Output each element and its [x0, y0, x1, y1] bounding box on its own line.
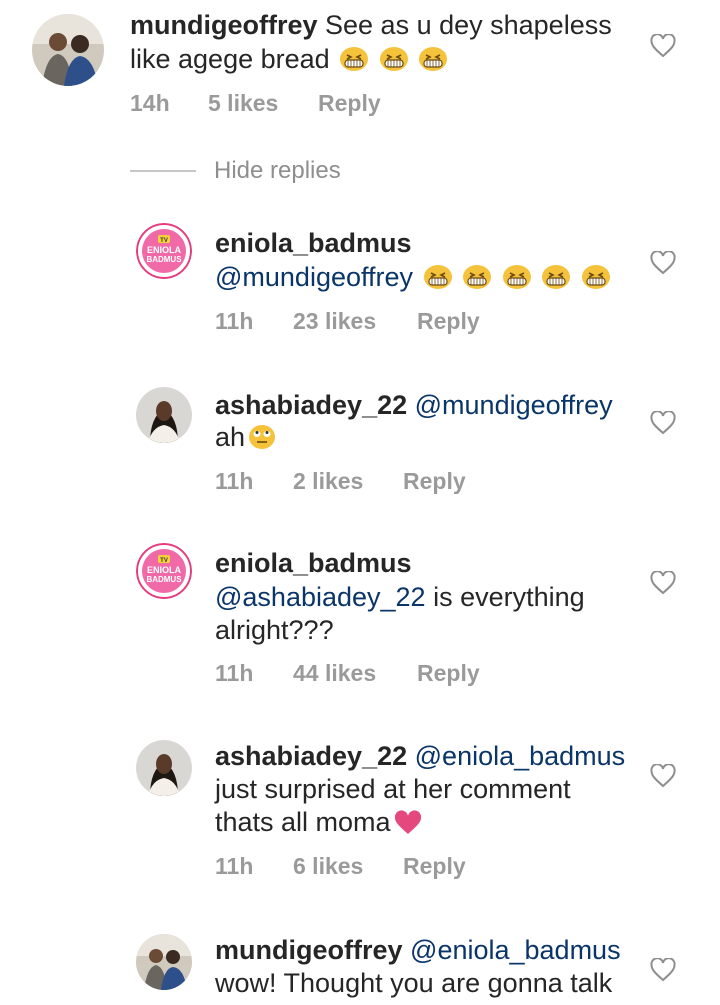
comment-time: 11h — [215, 468, 254, 494]
comment-text-line: ah — [215, 421, 277, 454]
comment-time: 11h — [215, 853, 254, 879]
comment-body: See as u dey shapeless — [317, 10, 612, 40]
reply-item: TV ENIOLA BADMUS eniola_badmus @mundigeo… — [0, 215, 720, 365]
comment-meta: 11h 23 likes Reply — [215, 308, 480, 335]
laugh-emoji-icon — [463, 265, 492, 289]
comment-time: 14h — [130, 90, 170, 116]
heart-icon[interactable] — [650, 571, 676, 595]
comment-meta: 11h 2 likes Reply — [215, 468, 466, 495]
likes-count[interactable]: 5 likes — [208, 90, 318, 117]
heart-icon[interactable] — [650, 764, 676, 788]
heart-icon[interactable] — [650, 411, 676, 435]
avatar-brand-tv: TV — [160, 238, 168, 244]
avatar[interactable] — [32, 14, 104, 86]
avatar-brand-top: ENIOLA — [147, 565, 182, 575]
avatar-brand-top: ENIOLA — [147, 245, 182, 255]
mention-link[interactable]: @mundigeoffrey — [415, 390, 613, 420]
avatar-brand-tv: TV — [160, 558, 168, 564]
avatar[interactable]: TV ENIOLA BADMUS — [136, 543, 192, 599]
reply-button[interactable]: Reply — [417, 660, 480, 687]
reply-button[interactable]: Reply — [403, 468, 466, 495]
laugh-emoji-icon — [379, 47, 408, 71]
comment-username[interactable]: mundigeoffrey — [130, 10, 318, 40]
comment-time: 11h — [215, 308, 254, 334]
reply-item: ashabiadey_22 @eniola_badmus just surpri… — [0, 728, 720, 908]
laugh-emoji-icon — [502, 265, 531, 289]
emoji-row — [421, 262, 611, 292]
mention-link[interactable]: @ashabiadey_22 — [215, 582, 426, 612]
pink-heart-emoji-icon — [394, 810, 421, 834]
reply-item: mundigeoffrey @eniola_badmus wow! Though… — [0, 922, 720, 1005]
laugh-emoji-icon — [423, 265, 452, 289]
mention-link[interactable]: @eniola_badmus — [415, 741, 626, 771]
comment-text-line: like agege bread — [130, 43, 448, 76]
avatar[interactable] — [136, 740, 192, 796]
comment-username[interactable]: eniola_badmus — [215, 228, 412, 258]
comment-item: mundigeoffrey See as u dey shapeless lik… — [0, 0, 720, 140]
comment-username[interactable]: eniola_badmus — [215, 548, 412, 578]
comment-body: just surprised at her comment — [215, 774, 571, 804]
comment-text: mundigeoffrey @eniola_badmus — [215, 934, 621, 967]
laugh-emoji-icon — [419, 47, 448, 71]
comment-meta: 11h 44 likes Reply — [215, 660, 480, 687]
emoji-row — [337, 44, 448, 74]
comment-body: thats all moma — [215, 807, 391, 837]
comment-text-line: thats all moma — [215, 806, 423, 839]
laugh-emoji-icon — [340, 47, 369, 71]
heart-icon[interactable] — [650, 251, 676, 275]
reply-button[interactable]: Reply — [403, 853, 466, 880]
comment-text: mundigeoffrey See as u dey shapeless — [130, 9, 612, 42]
comment-text: ashabiadey_22 @mundigeoffrey — [215, 389, 613, 422]
comment-body: like agege bread — [130, 44, 330, 74]
comment-body: ah — [215, 422, 246, 452]
avatar-brand-bottom: BADMUS — [146, 575, 182, 584]
reply-button[interactable]: Reply — [417, 308, 480, 335]
comment-text-line: wow! Thought you are gonna talk — [215, 967, 612, 1000]
heart-icon[interactable] — [650, 958, 676, 982]
reply-button[interactable]: Reply — [318, 90, 381, 117]
comment-body: wow! Thought you are gonna talk — [215, 968, 613, 998]
comment-text: ashabiadey_22 @eniola_badmus — [215, 740, 625, 773]
avatar-brand-bottom: BADMUS — [146, 255, 182, 264]
likes-count[interactable]: 23 likes — [293, 308, 417, 335]
replies-divider — [130, 170, 196, 172]
eyeroll-emoji-icon — [249, 425, 276, 449]
comment-username[interactable]: mundigeoffrey — [215, 935, 403, 965]
comment-text-line: alright??? — [215, 614, 334, 647]
reply-item: TV ENIOLA BADMUS eniola_badmus @ashabiad… — [0, 535, 720, 715]
heart-icon[interactable] — [650, 34, 676, 58]
likes-count[interactable]: 6 likes — [293, 853, 403, 880]
avatar[interactable] — [136, 934, 192, 990]
avatar[interactable] — [136, 387, 192, 443]
comment-username[interactable]: ashabiadey_22 — [215, 390, 407, 420]
hide-replies-button[interactable]: Hide replies — [214, 157, 341, 185]
comment-text: eniola_badmus — [215, 227, 412, 260]
likes-count[interactable]: 2 likes — [293, 468, 403, 495]
reply-item: ashabiadey_22 @mundigeoffrey ah 11h 2 lik… — [0, 375, 720, 525]
mention-link[interactable]: @eniola_badmus — [410, 935, 621, 965]
avatar[interactable]: TV ENIOLA BADMUS — [136, 223, 192, 279]
comment-text-line: @ashabiadey_22 is everything — [215, 581, 585, 614]
comment-meta: 11h 6 likes Reply — [215, 853, 466, 880]
comment-body: is everything — [425, 582, 585, 612]
comment-meta: 14h 5 likes Reply — [130, 90, 381, 117]
comment-text-line: @mundigeoffrey — [215, 261, 611, 294]
laugh-emoji-icon — [581, 265, 610, 289]
mention-link[interactable]: @mundigeoffrey — [215, 262, 413, 292]
laugh-emoji-icon — [542, 265, 571, 289]
comment-time: 11h — [215, 660, 254, 686]
comment-username[interactable]: ashabiadey_22 — [215, 741, 407, 771]
comment-text: eniola_badmus — [215, 547, 412, 580]
comment-body: alright??? — [215, 615, 334, 645]
comment-text-line: just surprised at her comment — [215, 773, 571, 806]
likes-count[interactable]: 44 likes — [293, 660, 417, 687]
